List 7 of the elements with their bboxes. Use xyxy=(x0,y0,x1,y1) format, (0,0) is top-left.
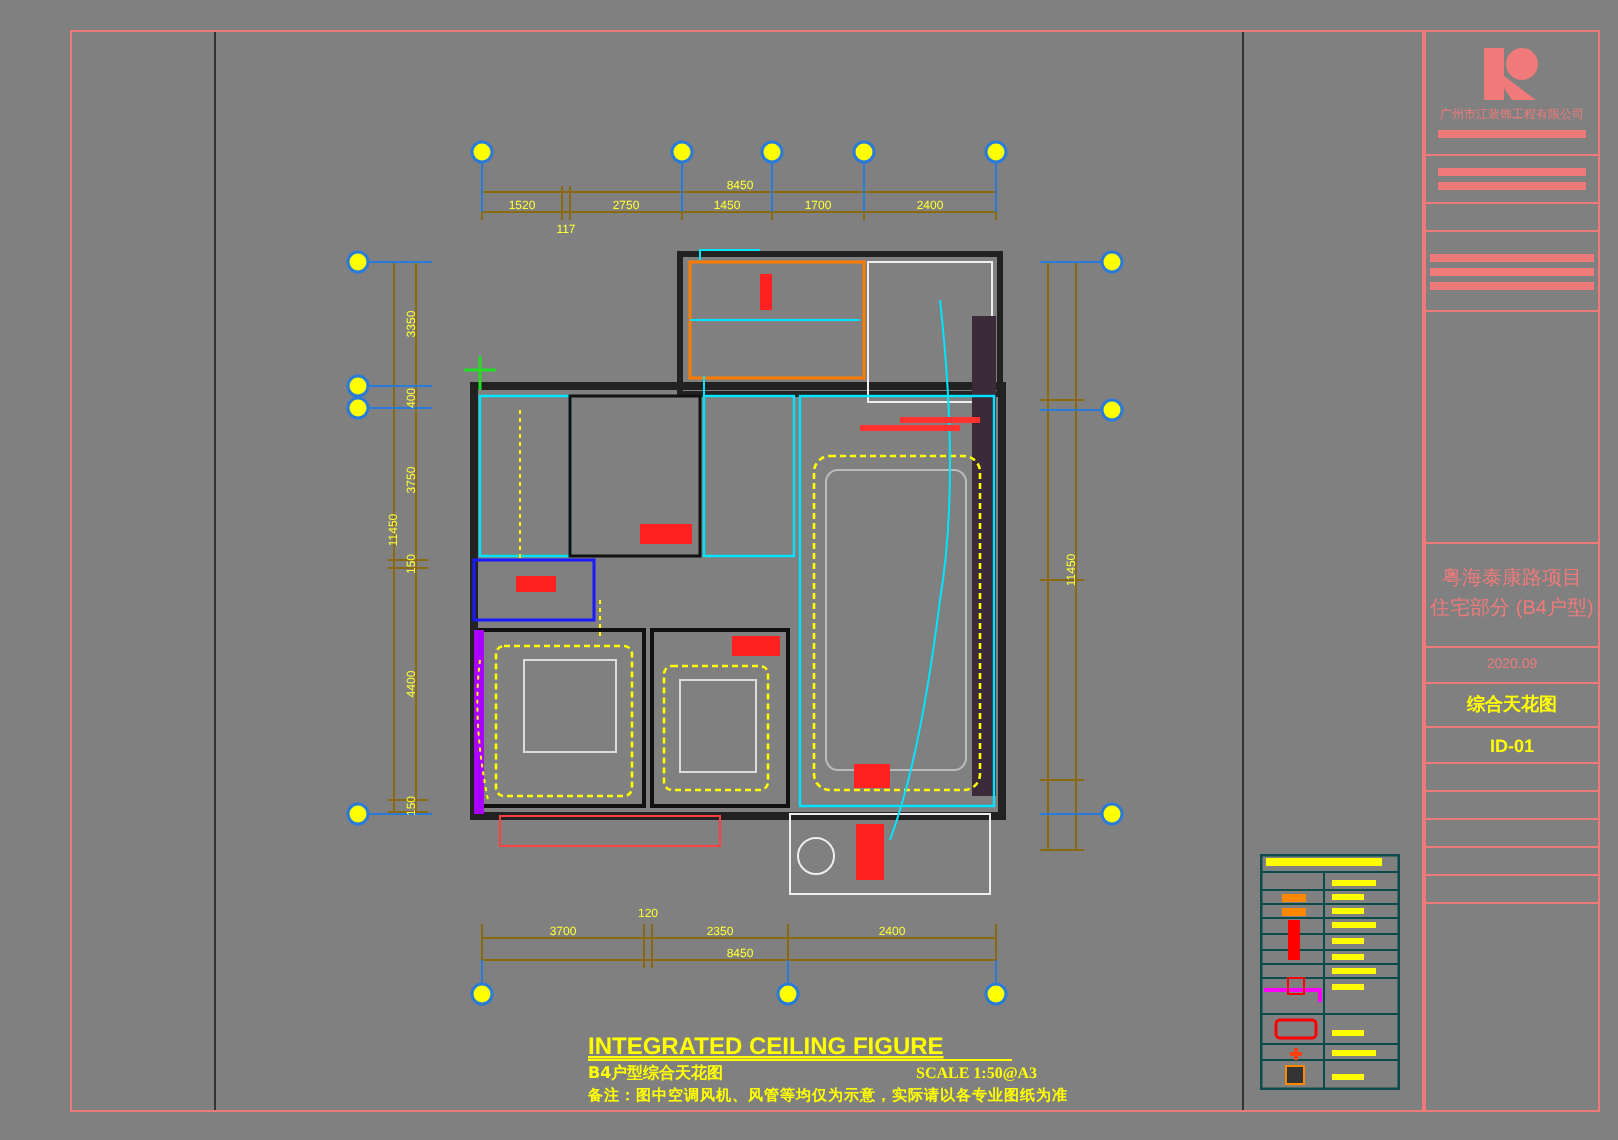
sheet-number: ID-01 xyxy=(1489,735,1534,755)
scale-label: SCALE 1:50@A3 xyxy=(916,1064,1038,1082)
drawing-subtitle: B4户型综合天花图 xyxy=(588,1064,724,1082)
project-name: 粤海泰康路项目 xyxy=(1442,568,1582,592)
drawing-title: INTEGRATED CEILING FIGURE xyxy=(588,1032,944,1060)
project-subtitle: 住宅部分 (B4户型) xyxy=(1430,598,1594,622)
sheet-title: 综合天花图 xyxy=(1467,692,1557,718)
